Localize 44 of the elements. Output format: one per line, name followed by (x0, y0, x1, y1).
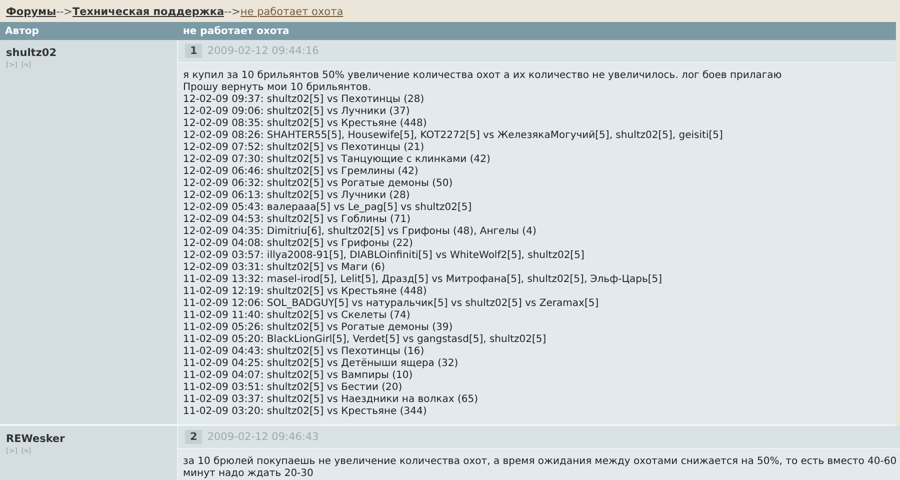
post-line: я купил за 10 брильянтов 50% увеличение количества охот а их количество не увеличилось. лог боев прилагаю (183, 70, 783, 82)
post-line: 12-02-09 03:57: illya2008-91[5], DIABLOinfiniti[5] vs WhiteWolf2[5], shultz02[5] (183, 250, 586, 262)
post-line: 12-02-09 07:30: shultz02[5] vs Танцующие с клинками (42) (183, 154, 492, 166)
post-line: 11-02-09 04:07: shultz02[5] vs Вампиры (10) (183, 370, 414, 382)
post-line: 12-02-09 07:52: shultz02[5] vs Пехотинцы (21) (183, 142, 426, 154)
post-line: 11-02-09 12:06: SOL_BADGUY[5] vs натуральчик[5] vs shultz02[5] vs Zeramax[5] (183, 298, 600, 310)
post-line: 11-02-09 04:43: shultz02[5] vs Пехотинцы (16) (183, 346, 426, 358)
post-line: 12-02-09 06:46: shultz02[5] vs Гремлины (42) (183, 166, 420, 178)
breadcrumb-link[interactable]: не работает охота (240, 6, 344, 18)
post-line: 12-02-09 04:35: Dimitriu[6], shultz02[5] vs Грифоны (48), Ангелы (4) (183, 226, 538, 238)
post-number[interactable]: 1 (185, 44, 202, 58)
post-line: 11-02-09 03:51: shultz02[5] vs Бестии (20) (183, 382, 404, 394)
breadcrumb-link[interactable]: Техническая поддержка (72, 6, 224, 18)
post-line: 11-02-09 11:40: shultz02[5] vs Скелеты (74) (183, 310, 412, 322)
post-line: 11-02-09 03:20: shultz02[5] vs Крестьяне (344) (183, 406, 428, 418)
post-line: 12-02-09 05:43: валерааа[5] vs Le_pag[5] vs shultz02[5] (183, 202, 473, 214)
column-header: Автор (4, 26, 40, 36)
post-line: 12-02-09 04:08: shultz02[5] vs Грифоны (22) (183, 238, 414, 250)
column-header: не работает охота (182, 26, 290, 36)
post-line: минут надо ждать 20-30 (183, 468, 314, 480)
post-line: 12-02-09 08:26: SHAHTER55[5], Housewife[5], KOT2272[5] vs ЖелезякаМогучий[5], shultz02[5], geisiti[5] (183, 130, 724, 142)
post-line: 11-02-09 04:25: shultz02[5] vs Детёныши ящера (32) (183, 358, 460, 370)
post-number[interactable]: 2 (185, 430, 202, 444)
post-line: Прошу вернуть мои 10 брильянтов. (183, 82, 372, 94)
post-line: 12-02-09 04:53: shultz02[5] vs Гоблины (71) (183, 214, 412, 226)
post-line: 11-02-09 05:26: shultz02[5] vs Рогатые демоны (39) (183, 322, 454, 334)
post-line: 12-02-09 03:31: shultz02[5] vs Маги (6) (183, 262, 386, 274)
post-date: 2009-02-12 09:46:43 (207, 431, 319, 443)
breadcrumb-separator: --> (224, 6, 240, 18)
post-line: 12-02-09 08:35: shultz02[5] vs Крестьяне (448) (183, 118, 428, 130)
breadcrumb-separator: --> (56, 6, 72, 18)
post-line: 11-02-09 03:37: shultz02[5] vs Наездники на волках (65) (183, 394, 479, 406)
breadcrumb-link[interactable]: Форумы (6, 6, 56, 18)
post-line: 12-02-09 09:06: shultz02[5] vs Лучники (37) (183, 106, 411, 118)
post-line: 11-02-09 12:19: shultz02[5] vs Крестьяне (448) (183, 286, 428, 298)
post-line: 12-02-09 06:32: shultz02[5] vs Рогатые демоны (50) (183, 178, 454, 190)
post-line: 12-02-09 09:37: shultz02[5] vs Пехотинцы (28) (183, 94, 426, 106)
author-name[interactable]: REWesker (6, 433, 171, 445)
post-date: 2009-02-12 09:44:16 (207, 45, 319, 57)
author-name[interactable]: shultz02 (6, 47, 171, 59)
post-line: за 10 брюлей покупаешь не увеличение количества охот, а время ожидания между охотами снижается на 50%, то есть вместо 40-60 (183, 456, 897, 468)
post-line: 11-02-09 05:20: BlackLionGirl[5], Verdet[5] vs gangstasd[5], shultz02[5] (183, 334, 548, 346)
post-line: 11-02-09 13:32: masel-irod[5], Lelit[5], Дразд[5] vs Митрофана[5], shultz02[5], Эльф-Царь[5] (183, 274, 664, 286)
post-line: 12-02-09 06:13: shultz02[5] vs Лучники (28) (183, 190, 411, 202)
